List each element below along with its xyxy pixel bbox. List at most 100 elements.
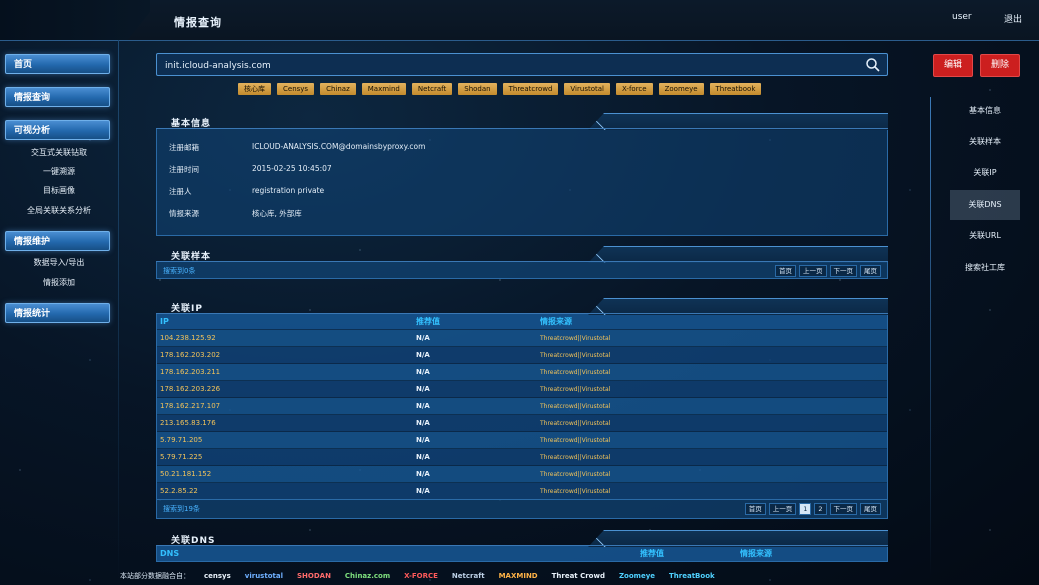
section-header-line — [156, 313, 888, 314]
info-key-email: 注册邮箱 — [169, 143, 199, 152]
source-tag-threatcrowd[interactable]: Threatcrowd — [502, 83, 559, 95]
pager-prev[interactable]: 上一页 — [768, 503, 797, 515]
samples-pager: 首页 上一页 下一页 尾页 — [775, 265, 881, 277]
recommend-cell: N/A — [413, 380, 537, 398]
related-dns-body: DNS 推荐值 情报来源 — [156, 546, 888, 562]
table-row[interactable]: 5.79.71.225 N/A Threatcrowd||Virustotal — [157, 448, 887, 466]
pager-next[interactable]: 下一页 — [829, 265, 857, 277]
sidebar-subitem-interactive-drill[interactable]: 交互式关联钻取 — [0, 147, 118, 158]
source-tag-shodan[interactable]: Shodan — [458, 83, 497, 95]
sidebar-item-visual-analysis[interactable]: 可视分析 — [5, 120, 110, 140]
table-row[interactable]: 104.238.125.92 N/A Threatcrowd||Virustot… — [157, 329, 887, 347]
ip-cell[interactable]: 5.79.71.225 — [157, 448, 413, 466]
column-header-dns[interactable]: DNS — [157, 546, 637, 561]
ip-cell[interactable]: 178.162.203.226 — [157, 380, 413, 398]
source-cell: Threatcrowd||Virustotal — [537, 431, 887, 449]
sidebar-subitem-import-export[interactable]: 数据导入/导出 — [0, 257, 118, 268]
sidebar-subitem-one-click-trace[interactable]: 一键溯源 — [0, 166, 118, 177]
related-ip-bar: 搜索到19条 首页 上一页 1 2 下一页 尾页 — [156, 500, 888, 519]
ip-cell[interactable]: 5.79.71.205 — [157, 431, 413, 449]
table-row[interactable]: 52.2.85.22 N/A Threatcrowd||Virustotal — [157, 482, 887, 499]
related-dns-section: 关联DNS DNS 推荐值 情报来源 — [156, 530, 888, 562]
table-row[interactable]: 178.162.203.226 N/A Threatcrowd||Virusto… — [157, 380, 887, 398]
related-ip-header: 关联IP — [156, 298, 888, 315]
basic-info-section: 基本信息 注册邮箱 ICLOUD-ANALYSIS.COM@domainsbyp… — [156, 113, 888, 236]
ip-cell[interactable]: 178.162.217.107 — [157, 397, 413, 415]
recommend-cell: N/A — [413, 397, 537, 415]
info-value-email: ICLOUD-ANALYSIS.COM@domainsbyproxy.com — [252, 142, 426, 151]
table-row[interactable]: 178.162.203.202 N/A Threatcrowd||Virusto… — [157, 346, 887, 364]
ip-cell[interactable]: 213.165.83.176 — [157, 414, 413, 432]
source-tag-xforce[interactable]: X-force — [615, 83, 653, 95]
related-ip-body: IP 推荐值 情报来源 104.238.125.92 N/A Threatcro… — [156, 314, 888, 500]
search-input[interactable] — [163, 57, 857, 75]
ip-cell[interactable]: 52.2.85.22 — [157, 482, 413, 499]
related-samples-bar: 搜索到0条 首页 上一页 下一页 尾页 — [156, 262, 888, 279]
right-menu-related-dns[interactable]: 关联DNS — [950, 190, 1020, 220]
pager-next[interactable]: 下一页 — [829, 503, 857, 515]
source-cell: Threatcrowd||Virustotal — [537, 329, 887, 347]
pager-first[interactable]: 首页 — [775, 265, 796, 277]
pager-page-1[interactable]: 1 — [799, 503, 812, 515]
edit-button[interactable]: 编辑 — [933, 54, 973, 77]
source-tag-maxmind[interactable]: Maxmind — [361, 83, 406, 95]
info-key-reg-time: 注册时间 — [169, 165, 199, 174]
source-tag-threatbook[interactable]: Threatbook — [709, 83, 762, 95]
info-row: 情报来源 核心库, 外部库 — [157, 201, 887, 223]
ip-cell[interactable]: 104.238.125.92 — [157, 329, 413, 347]
sidebar-subitem-global-relation[interactable]: 全局关联关系分析 — [0, 205, 118, 216]
pager-last[interactable]: 尾页 — [860, 503, 881, 515]
username-link[interactable]: user — [952, 12, 972, 22]
source-tag-virustotal[interactable]: Virustotal — [564, 83, 610, 95]
source-tag-chinaz[interactable]: Chinaz — [320, 83, 356, 95]
source-tag-core[interactable]: 核心库 — [238, 83, 271, 95]
column-header-source[interactable]: 情报来源 — [737, 546, 887, 561]
threatbook-logo: ThreatBook — [669, 572, 715, 580]
source-tag-censys[interactable]: Censys — [277, 83, 315, 95]
basic-info-body: 注册邮箱 ICLOUD-ANALYSIS.COM@domainsbyproxy.… — [156, 129, 888, 236]
ip-cell[interactable]: 50.21.181.152 — [157, 465, 413, 483]
section-header-line — [156, 545, 888, 546]
sidebar-subitem-intel-add[interactable]: 情报添加 — [0, 277, 118, 288]
pager-first[interactable]: 首页 — [744, 503, 766, 515]
recommend-cell: N/A — [413, 448, 537, 466]
table-row[interactable]: 178.162.203.211 N/A Threatcrowd||Virusto… — [157, 363, 887, 381]
table-row[interactable]: 5.79.71.205 N/A Threatcrowd||Virustotal — [157, 431, 887, 449]
threatcrowd-logo: Threat Crowd — [551, 572, 605, 580]
table-row[interactable]: 178.162.217.107 N/A Threatcrowd||Virusto… — [157, 397, 887, 415]
delete-button[interactable]: 删除 — [980, 54, 1020, 77]
right-menu-basic-info[interactable]: 基本信息 — [950, 96, 1020, 126]
page-title: 情报查询 — [174, 16, 222, 29]
search-icon[interactable] — [865, 57, 881, 73]
source-cell: Threatcrowd||Virustotal — [537, 397, 887, 415]
source-cell: Threatcrowd||Virustotal — [537, 448, 887, 466]
pager-page-2[interactable]: 2 — [814, 503, 827, 515]
column-header-recommend[interactable]: 推荐值 — [637, 546, 737, 561]
top-bar-notch — [0, 0, 150, 40]
column-header-recommend[interactable]: 推荐值 — [413, 314, 537, 330]
chinaz-logo: Chinaz.com — [344, 572, 391, 580]
right-menu-related-ip[interactable]: 关联IP — [950, 158, 1020, 188]
column-header-source[interactable]: 情报来源 — [537, 314, 887, 330]
right-menu-related-samples[interactable]: 关联样本 — [950, 127, 1020, 157]
sidebar-subitem-target-profile[interactable]: 目标画像 — [0, 185, 118, 196]
ip-cell[interactable]: 178.162.203.202 — [157, 346, 413, 364]
pager-prev[interactable]: 上一页 — [799, 265, 827, 277]
sidebar-item-intel-stats[interactable]: 情报统计 — [5, 303, 110, 323]
pager-last[interactable]: 尾页 — [860, 265, 881, 277]
column-header-ip[interactable]: IP — [157, 314, 413, 330]
sidebar-item-intel-query[interactable]: 情报查询 — [5, 87, 110, 107]
source-tag-zoomeye[interactable]: Zoomeye — [658, 83, 704, 95]
ip-cell[interactable]: 178.162.203.211 — [157, 363, 413, 381]
info-row: 注册人 registration private — [157, 179, 887, 201]
table-row[interactable]: 50.21.181.152 N/A Threatcrowd||Virustota… — [157, 465, 887, 483]
table-row[interactable]: 213.165.83.176 N/A Threatcrowd||Virustot… — [157, 414, 887, 432]
sidebar-item-intel-maintain[interactable]: 情报维护 — [5, 231, 110, 251]
source-tag-netcraft[interactable]: Netcraft — [411, 83, 453, 95]
recommend-cell: N/A — [413, 346, 537, 364]
right-menu-social-db[interactable]: 搜索社工库 — [950, 253, 1020, 283]
right-menu-related-url[interactable]: 关联URL — [950, 221, 1020, 251]
censys-logo: censys — [204, 572, 231, 580]
sidebar-item-home[interactable]: 首页 — [5, 54, 110, 74]
logout-link[interactable]: 退出 — [1004, 12, 1022, 25]
